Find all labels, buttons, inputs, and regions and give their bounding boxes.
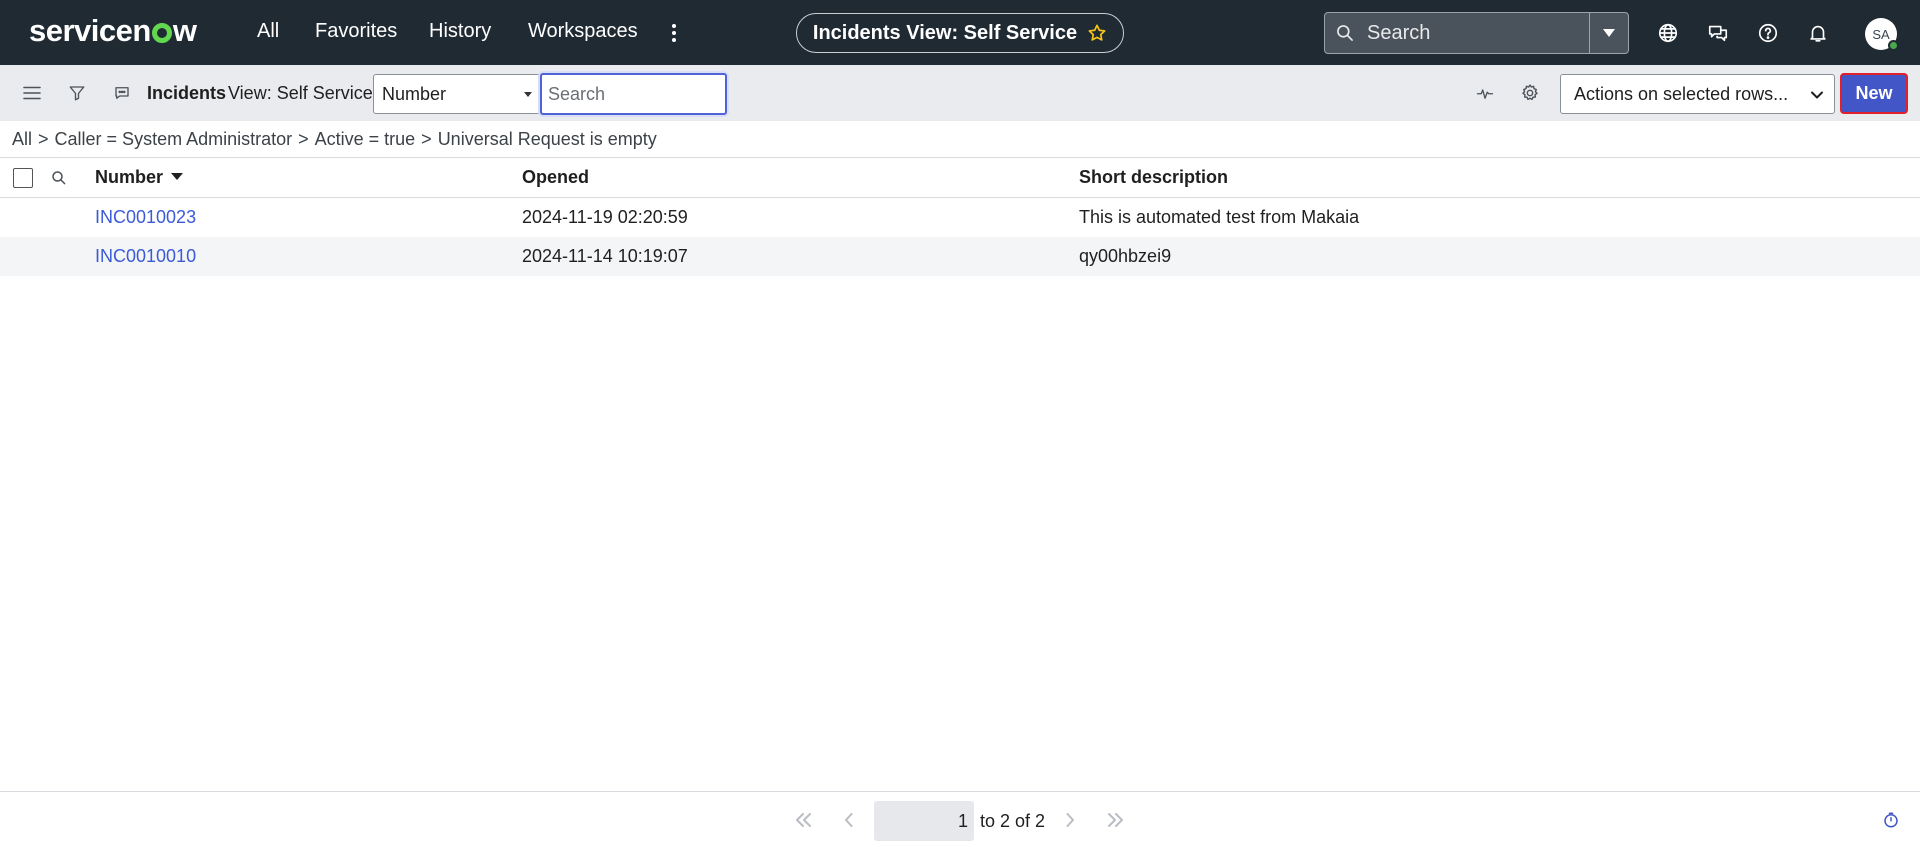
nav-favorites[interactable]: Favorites (315, 20, 397, 43)
global-search[interactable]: Search (1324, 12, 1629, 54)
column-header-number-label: Number (95, 167, 164, 187)
help-icon[interactable] (1756, 21, 1780, 45)
online-status-dot (1888, 40, 1899, 51)
next-page-icon[interactable] (1061, 811, 1079, 829)
search-icon (1337, 25, 1353, 41)
table-row[interactable]: INC0010023 2024-11-19 02:20:59 This is a… (0, 198, 1920, 237)
breadcrumb: All > Caller = System Administrator > Active… (12, 129, 657, 150)
select-all-checkbox[interactable] (13, 168, 33, 188)
column-header-opened[interactable]: Opened (522, 167, 589, 188)
column-header-number[interactable]: Number (95, 167, 184, 188)
globe-icon[interactable] (1656, 21, 1680, 45)
list-comment-icon[interactable] (111, 82, 133, 104)
page-title-pill[interactable]: Incidents View: Self Service (796, 13, 1124, 53)
new-button[interactable]: New (1840, 73, 1908, 114)
table-row[interactable]: INC0010010 2024-11-14 10:19:07 qy00hbzei… (0, 237, 1920, 276)
breadcrumb-separator: > (421, 129, 432, 149)
first-page-icon[interactable] (795, 811, 813, 829)
brand-text-tail: w (172, 13, 197, 48)
actions-on-selected-rows-select[interactable]: Actions on selected rows... (1560, 74, 1835, 114)
column-header-short-description[interactable]: Short description (1079, 167, 1228, 188)
caret-down-icon (1603, 29, 1615, 37)
list-title[interactable]: Incidents (147, 83, 226, 104)
hamburger-menu-icon[interactable] (21, 82, 43, 104)
user-initials: SA (1872, 26, 1890, 42)
global-search-placeholder: Search (1367, 21, 1431, 44)
logo-o-mark (151, 23, 172, 43)
cell-number-link[interactable]: INC0010010 (95, 246, 196, 267)
response-time-icon[interactable] (1882, 811, 1900, 829)
cell-opened: 2024-11-14 10:19:07 (522, 246, 688, 266)
list-header-bar: Incidents View: Self Service Number Sear… (0, 65, 1920, 121)
cell-short-description: qy00hbzei9 (1079, 246, 1172, 266)
pagination-summary: to 2 of 2 (980, 811, 1046, 831)
brand-text: servicen (29, 13, 151, 48)
breadcrumb-active[interactable]: Active = true (315, 129, 416, 149)
actions-label: Actions on selected rows... (1574, 84, 1789, 104)
pagination-footer: 1 to 2 of 2 (0, 791, 1920, 847)
nav-history[interactable]: History (429, 20, 491, 43)
breadcrumb-separator: > (298, 129, 309, 149)
filter-icon[interactable] (66, 82, 88, 104)
last-page-icon[interactable] (1106, 811, 1124, 829)
page-title: Incidents View: Self Service (812, 21, 1078, 44)
global-search-input[interactable]: Search (1325, 13, 1589, 53)
previous-page-icon[interactable] (840, 811, 858, 829)
search-field-select[interactable]: Number (373, 74, 541, 114)
list-search-placeholder: Search (548, 84, 606, 104)
table-header: Number Opened Short description (0, 158, 1920, 198)
gear-icon[interactable] (1519, 82, 1541, 104)
page-number-input[interactable]: 1 (874, 801, 974, 841)
more-menu-icon[interactable] (671, 22, 677, 44)
activity-pulse-icon[interactable] (1474, 82, 1496, 104)
breadcrumb-universal-request[interactable]: Universal Request is empty (438, 129, 657, 149)
breadcrumb-all[interactable]: All (12, 129, 32, 149)
list-search-input[interactable]: Search (540, 73, 727, 115)
chevron-down-icon (1811, 91, 1823, 99)
nav-all[interactable]: All (257, 20, 279, 43)
top-navigation-bar: servicen w All Favorites History Workspac… (0, 0, 1920, 65)
caret-down-icon (524, 92, 532, 97)
cell-opened: 2024-11-19 02:20:59 (522, 207, 688, 227)
servicenow-logo[interactable]: servicen w (29, 11, 197, 51)
search-field-value: Number (382, 84, 447, 104)
sort-descending-icon (171, 173, 184, 180)
search-dropdown-button[interactable] (1589, 13, 1628, 53)
cell-short-description: This is automated test from Makaia (1079, 207, 1360, 227)
chat-icon[interactable] (1706, 21, 1730, 45)
breadcrumb-caller[interactable]: Caller = System Administrator (55, 129, 293, 149)
nav-workspaces[interactable]: Workspaces (528, 20, 638, 43)
cell-number-link[interactable]: INC0010023 (95, 207, 196, 228)
column-search-icon[interactable] (50, 169, 68, 192)
user-avatar[interactable]: SA (1865, 18, 1899, 51)
breadcrumb-separator: > (38, 129, 49, 149)
star-favorite-icon[interactable] (1087, 23, 1107, 43)
view-label: View: Self Service (228, 83, 373, 103)
bell-icon[interactable] (1806, 21, 1830, 45)
